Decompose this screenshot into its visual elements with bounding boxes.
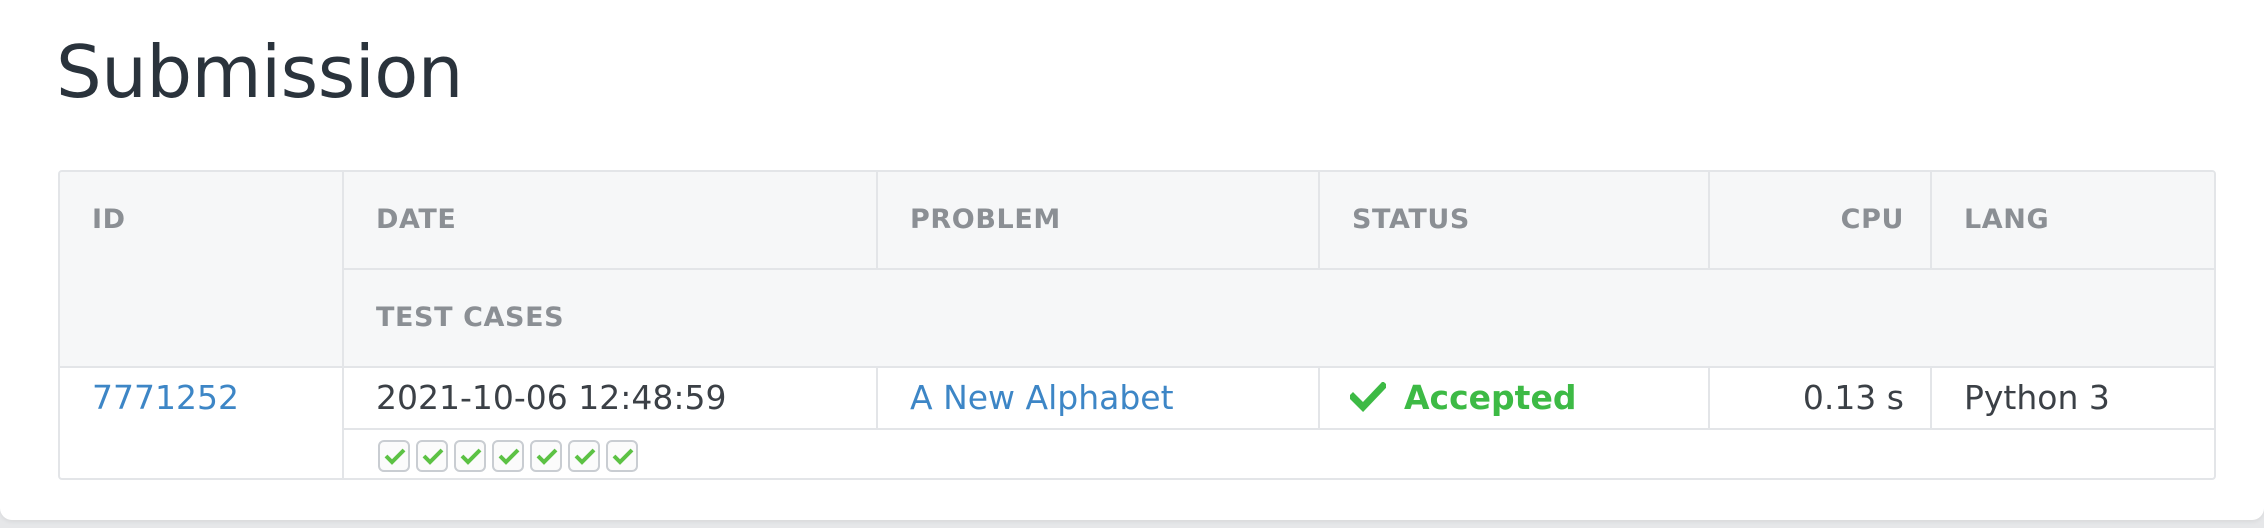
language: Python 3 [1964, 378, 2110, 417]
check-icon [498, 448, 520, 465]
check-icon [422, 448, 444, 465]
divider [1930, 172, 1932, 270]
divider [342, 428, 2214, 430]
check-icon [384, 448, 406, 465]
test-case-passed[interactable] [568, 440, 600, 472]
status-badge: Accepted [1404, 378, 1577, 417]
test-case-passed[interactable] [492, 440, 524, 472]
header-date[interactable]: DATE [376, 204, 456, 235]
status-check-icon [1348, 381, 1388, 416]
test-case-passed[interactable] [416, 440, 448, 472]
divider [1318, 368, 1320, 430]
check-icon [574, 448, 596, 465]
submission-id-link[interactable]: 7771252 [92, 378, 239, 418]
header-test-cases: TEST CASES [376, 302, 565, 333]
table-header: ID DATE PROBLEM STATUS CPU LANG TEST CAS… [60, 172, 2214, 478]
divider [876, 368, 878, 430]
page-title: Submission [56, 30, 463, 114]
check-icon [612, 448, 634, 465]
test-case-passed[interactable] [454, 440, 486, 472]
test-case-passed[interactable] [606, 440, 638, 472]
cpu-time: 0.13 s [1802, 378, 1904, 417]
test-case-passed[interactable] [530, 440, 562, 472]
divider [1318, 172, 1320, 270]
header-lang[interactable]: LANG [1964, 204, 2049, 235]
header-problem[interactable]: PROBLEM [910, 204, 1061, 235]
divider [876, 172, 878, 270]
divider [342, 172, 344, 478]
divider [1930, 368, 1932, 430]
header-id[interactable]: ID [92, 204, 126, 235]
problem-link[interactable]: A New Alphabet [910, 378, 1174, 418]
submission-card: Submission ID DATE PROBLEM STATUS CPU LA… [0, 0, 2264, 520]
header-status[interactable]: STATUS [1352, 204, 1470, 235]
submission-date: 2021-10-06 12:48:59 [376, 378, 727, 417]
header-cpu[interactable]: CPU [1708, 204, 1904, 235]
test-case-passed[interactable] [378, 440, 410, 472]
submission-table: ID DATE PROBLEM STATUS CPU LANG TEST CAS… [58, 170, 2216, 480]
divider [342, 268, 2214, 270]
check-icon [460, 448, 482, 465]
check-icon [536, 448, 558, 465]
